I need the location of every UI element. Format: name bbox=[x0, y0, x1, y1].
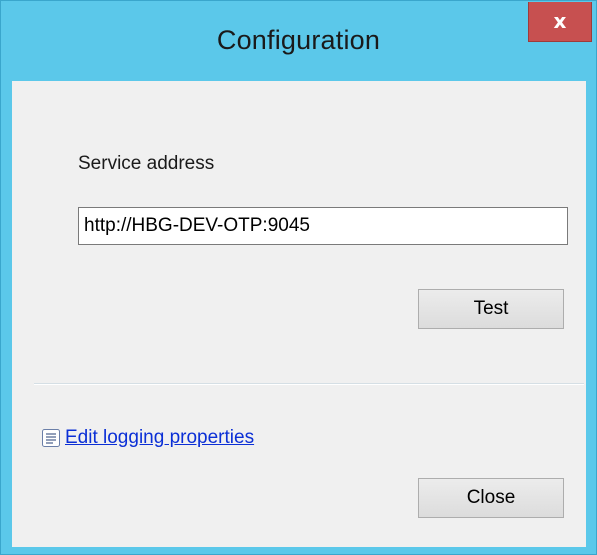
test-button[interactable]: Test bbox=[418, 289, 564, 329]
close-button[interactable]: Close bbox=[418, 478, 564, 518]
document-list-icon bbox=[40, 427, 62, 449]
configuration-dialog: Configuration x Service address Test Edi… bbox=[0, 0, 597, 555]
separator bbox=[34, 383, 584, 385]
window-close-button[interactable]: x bbox=[528, 2, 592, 42]
service-address-label: Service address bbox=[78, 153, 215, 174]
edit-logging-properties-link[interactable]: Edit logging properties bbox=[40, 425, 254, 451]
edit-logging-properties-label: Edit logging properties bbox=[65, 427, 255, 448]
title-bar[interactable]: Configuration x bbox=[1, 1, 596, 81]
window-title: Configuration bbox=[216, 25, 381, 55]
service-address-input[interactable] bbox=[78, 207, 568, 245]
dialog-body: Service address Test Edit logging proper… bbox=[12, 81, 586, 547]
